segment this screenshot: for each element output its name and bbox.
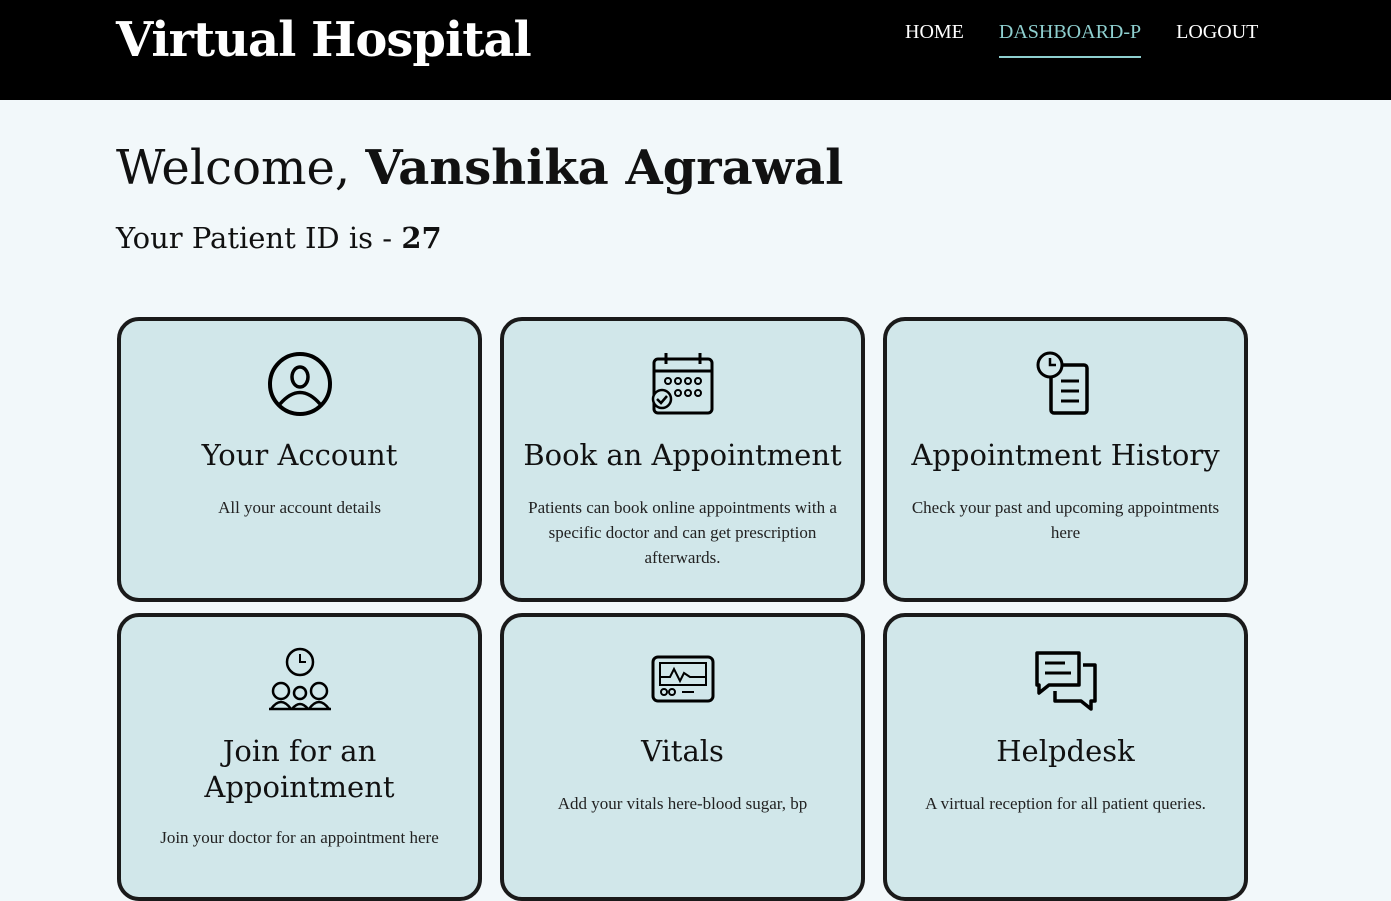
card-description: Check your past and upcoming appointment… (911, 498, 1220, 542)
chat-bubbles-icon (1034, 651, 1097, 711)
top-navbar: Virtual Hospital HOME DASHBOARD-P LOGOUT (0, 0, 1391, 100)
card-vitals[interactable]: Vitals Add your vitals here-blood sugar,… (500, 613, 865, 901)
patient-id-line: Your Patient ID is - 27 (116, 218, 442, 258)
user-account-icon (267, 352, 332, 416)
history-clipboard-icon (1036, 351, 1089, 415)
card-title: Vitals (641, 734, 724, 768)
nav-dashboard-link[interactable]: DASHBOARD-P (998, 18, 1142, 58)
vitals-monitor-icon (651, 655, 714, 703)
card-title: Join for an Appointment (204, 734, 395, 804)
welcome-prefix: Welcome, (116, 140, 366, 196)
card-your-account[interactable]: Your Account All your account details (117, 317, 482, 602)
card-description: All your account details (218, 498, 381, 517)
nav-home-link[interactable]: HOME (905, 18, 964, 58)
main-nav: HOME DASHBOARD-P LOGOUT (905, 18, 1258, 58)
card-description: Patients can book online appointments wi… (528, 498, 837, 567)
card-title: Your Account (201, 438, 398, 472)
welcome-heading: Welcome, Vanshika Agrawal (116, 138, 843, 198)
nav-logout-link[interactable]: LOGOUT (1176, 18, 1258, 58)
card-book-appointment[interactable]: Book an Appointment Patients can book on… (500, 317, 865, 602)
card-title: Appointment History (911, 438, 1220, 472)
card-title: Book an Appointment (523, 438, 842, 472)
card-title: Helpdesk (996, 734, 1135, 768)
calendar-icon (651, 353, 713, 415)
patient-id-prefix: Your Patient ID is - (116, 221, 402, 255)
card-appointment-history[interactable]: Appointment History Check your past and … (883, 317, 1248, 602)
video-meeting-icon (268, 647, 331, 711)
patient-id-value: 27 (401, 221, 442, 255)
brand-logo[interactable]: Virtual Hospital (116, 10, 532, 70)
card-description: A virtual reception for all patient quer… (925, 794, 1206, 813)
card-helpdesk[interactable]: Helpdesk A virtual reception for all pat… (883, 613, 1248, 901)
card-join-appointment[interactable]: Join for an Appointment Join your doctor… (117, 613, 482, 901)
card-description: Add your vitals here-blood sugar, bp (557, 794, 808, 813)
patient-name: Vanshika Agrawal (365, 140, 844, 196)
card-description: Join your doctor for an appointment here (160, 828, 439, 847)
